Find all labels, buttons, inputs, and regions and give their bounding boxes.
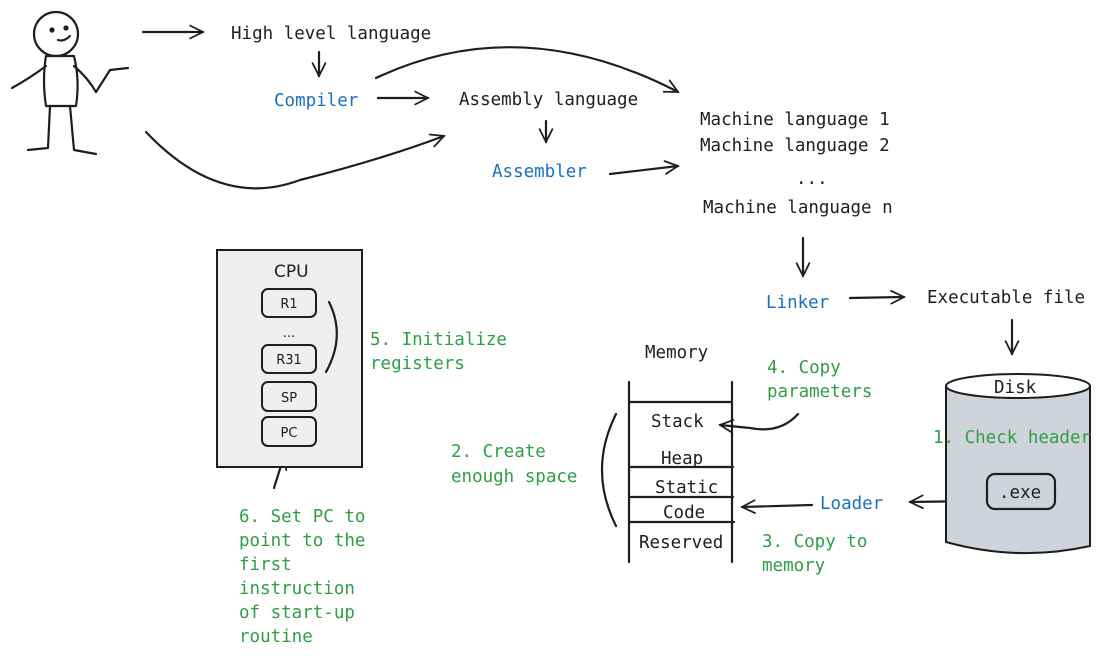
step-4-label-line2: parameters — [767, 382, 872, 402]
disk: Disk .exe — [945, 373, 1091, 555]
register-r1: R1 — [280, 297, 297, 312]
brace — [601, 412, 618, 528]
step-6-label-line5: of start-up — [239, 603, 355, 623]
assembly-language-label: Assembly language — [459, 90, 638, 110]
step-6-label-line6: routine — [239, 627, 313, 647]
step-6-label-line2: point to the — [239, 531, 365, 551]
step-3-label-line2: memory — [762, 556, 825, 576]
arrow-person-to-assembly — [144, 130, 444, 190]
cpu-title: CPU — [274, 262, 309, 282]
machine-language-ellipsis: ... — [796, 169, 828, 189]
step-4-label-line1: 4. Copy — [767, 358, 841, 378]
step-2-label-line2: enough space — [451, 467, 577, 487]
step-6-label-line3: first — [239, 555, 292, 575]
linker-label: Linker — [766, 293, 829, 313]
step-2-label-line1: 2. Create — [451, 442, 546, 462]
memory-segment-reserved: Reserved — [639, 533, 723, 553]
exe-file-label: .exe — [999, 483, 1041, 503]
diagram-svg: High level language Compiler Assembly la… — [10, 10, 1091, 647]
register-ellipsis: ... — [283, 326, 295, 341]
machine-language-n: Machine language n — [703, 198, 893, 218]
machine-language-1: Machine language 1 — [700, 110, 890, 130]
assembler-label: Assembler — [492, 162, 587, 182]
loader-diagram: High level language Compiler Assembly la… — [0, 0, 1119, 656]
machine-language-2: Machine language 2 — [700, 136, 890, 156]
executable-file-label: Executable file — [927, 288, 1085, 308]
arrow-assembler-to-machine — [608, 166, 678, 176]
arrow-compiler-to-machine — [374, 46, 678, 94]
disk-label: Disk — [994, 378, 1037, 398]
step-1-label: 1. Check header — [933, 428, 1091, 448]
step-6-label-line4: instruction — [239, 579, 355, 599]
register-sp: SP — [281, 391, 297, 406]
step-5-label-line2: registers — [370, 354, 465, 374]
high-level-language-label: High level language — [231, 24, 431, 44]
memory-segment-code: Code — [663, 503, 705, 523]
loader-label: Loader — [820, 494, 883, 514]
register-pc: PC — [281, 426, 298, 441]
memory-segment-static: Static — [655, 478, 718, 498]
cpu: CPU R1 ... R31 SP PC — [216, 249, 363, 468]
step-6-label-line1: 6. Set PC to — [239, 507, 365, 527]
person-icon — [10, 10, 130, 156]
step-3-label-line1: 3. Copy to — [762, 532, 867, 552]
arrow-loader-to-code — [742, 505, 814, 507]
step-5-label-line1: 5. Initialize — [370, 330, 507, 350]
memory-title: Memory — [645, 343, 708, 363]
memory: Memory Stack Heap Static Code Reserved — [601, 343, 736, 564]
memory-segment-stack: Stack — [651, 412, 704, 432]
compiler-label: Compiler — [274, 91, 358, 111]
arrow-linker-to-exe — [848, 297, 904, 298]
memory-segment-heap: Heap — [661, 449, 703, 469]
register-r31: R31 — [276, 353, 302, 368]
